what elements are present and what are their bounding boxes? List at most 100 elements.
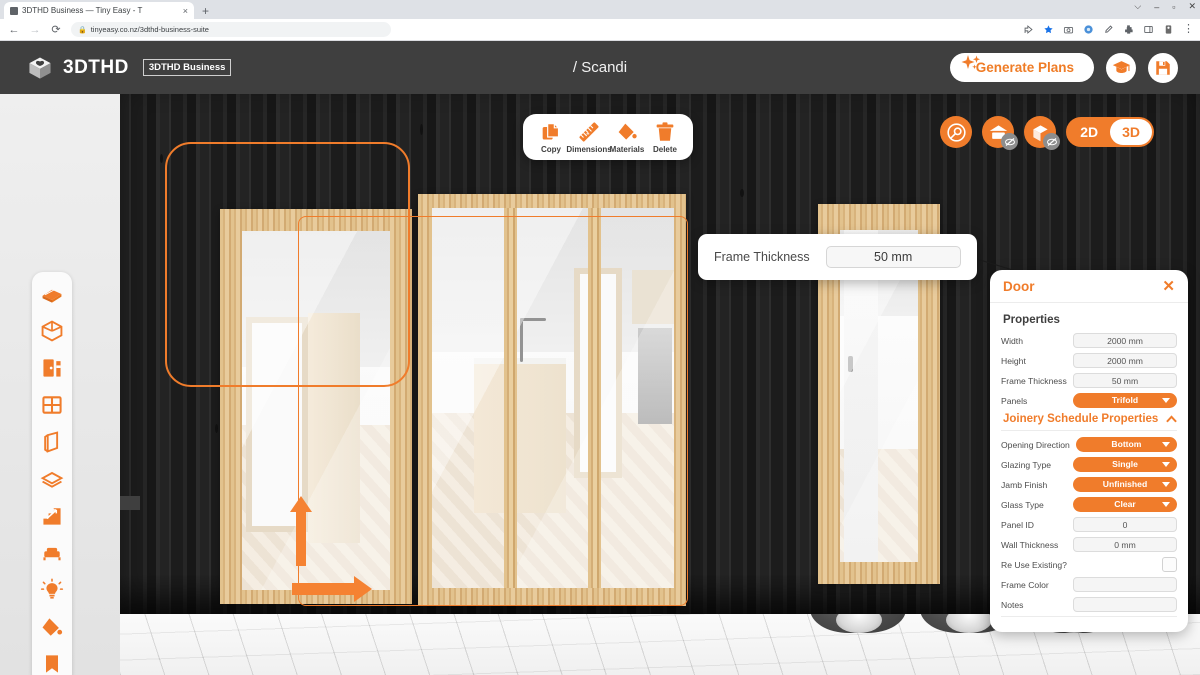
input-frame-color[interactable] — [1073, 577, 1177, 592]
address-bar[interactable]: 🔒 tinyeasy.co.nz/3dthd-business-suite — [71, 22, 391, 37]
select-jamb-finish-value: Unfinished — [1102, 479, 1148, 489]
frame-thickness-input[interactable]: 50 mm — [825, 246, 961, 268]
main-area: Copy Dimensions Materials Delete 2D 3D F… — [0, 94, 1200, 675]
select-opening-direction[interactable]: Bottom — [1075, 437, 1177, 452]
gizmo-arrow-up[interactable] — [288, 496, 314, 566]
door-handle — [848, 356, 853, 372]
select-glass-type-value: Clear — [1114, 499, 1136, 509]
gizmo-arrow-right[interactable] — [292, 576, 372, 602]
select-opening-direction-value: Bottom — [1111, 439, 1142, 449]
sidebar-item-room[interactable] — [32, 312, 72, 349]
forward-icon[interactable]: → — [29, 24, 41, 36]
context-dimensions-button[interactable]: Dimensions — [566, 122, 612, 154]
select-glass-type[interactable]: Clear — [1073, 497, 1177, 512]
select-glazing-type[interactable]: Single — [1073, 457, 1177, 472]
walls-visibility-button[interactable] — [1024, 116, 1061, 150]
property-row-panels: Panels Trifold — [1001, 393, 1177, 408]
reload-icon[interactable]: ⟳ — [50, 23, 62, 36]
view-controls: 2D 3D — [940, 116, 1154, 150]
back-icon[interactable]: ← — [8, 24, 20, 36]
sidebar-item-floor[interactable] — [32, 275, 72, 312]
context-materials-button[interactable]: Materials — [609, 122, 645, 154]
input-panel-id[interactable]: 0 — [1073, 517, 1177, 532]
close-window-icon[interactable]: ✕ — [1188, 1, 1196, 12]
profile-avatar-icon[interactable] — [1163, 24, 1174, 35]
label-wall-thickness: Wall Thickness — [1001, 539, 1059, 550]
generate-plans-label: Generate Plans — [975, 60, 1074, 75]
sidebar-item-bookmark[interactable] — [32, 645, 72, 675]
visibility-off-badge — [1001, 133, 1019, 150]
select-panels[interactable]: Trifold — [1073, 393, 1177, 408]
sidebar-item-window[interactable] — [32, 386, 72, 423]
property-row-opening-direction: Opening Direction Bottom — [1001, 437, 1177, 452]
sparkles-icon — [961, 55, 980, 70]
extension-circle-icon[interactable] — [1083, 24, 1094, 35]
toggle-3d[interactable]: 3D — [1110, 119, 1152, 145]
eyedropper-icon[interactable] — [1103, 24, 1114, 35]
sidebar-item-roof[interactable] — [32, 460, 72, 497]
label-opening-direction: Opening Direction — [1001, 439, 1070, 450]
measure-button[interactable] — [940, 116, 973, 148]
select-jamb-finish[interactable]: Unfinished — [1073, 477, 1177, 492]
maximize-icon[interactable]: ▫ — [1172, 2, 1175, 12]
properties-panel: Door ✕ Properties Width 2000 mm Height 2… — [990, 270, 1188, 632]
window-icon — [42, 395, 62, 414]
paint-bucket-icon — [618, 123, 637, 140]
label-jamb-finish: Jamb Finish — [1001, 479, 1048, 490]
sidebar-item-lighting[interactable] — [32, 571, 72, 608]
chevron-down-icon — [1162, 502, 1170, 507]
puzzle-extension-icon[interactable] — [1123, 24, 1134, 35]
context-toolbar: Copy Dimensions Materials Delete — [523, 114, 693, 160]
bookmark-star-icon[interactable] — [1043, 24, 1054, 35]
share-icon[interactable] — [1023, 24, 1034, 35]
section-title-joinery[interactable]: Joinery Schedule Properties — [1003, 413, 1177, 425]
sidebar-item-materials[interactable] — [32, 608, 72, 645]
divider — [1001, 430, 1177, 431]
furniture-sofa-icon — [43, 547, 61, 560]
property-row-glazing-type: Glazing Type Single — [1001, 457, 1177, 472]
toggle-2d[interactable]: 2D — [1068, 119, 1110, 145]
roof-visibility-button[interactable] — [982, 116, 1019, 150]
context-delete-label: Delete — [652, 145, 677, 154]
sidebar-item-furniture[interactable] — [32, 534, 72, 571]
properties-panel-header: Door ✕ — [990, 270, 1188, 303]
sidebar-item-stairs[interactable] — [32, 497, 72, 534]
browser-menu-icon[interactable]: ⋮ — [1183, 24, 1194, 35]
browser-tab[interactable]: 3DTHD Business — Tiny Easy - T × — [4, 2, 194, 19]
tutorials-button[interactable] — [1106, 52, 1136, 83]
chevron-down-icon — [1162, 462, 1170, 467]
label-re-use-existing: Re Use Existing? — [1001, 559, 1067, 570]
label-frame-thickness: Frame Thickness — [1001, 375, 1067, 386]
new-tab-icon[interactable]: + — [202, 4, 209, 19]
context-copy-button[interactable]: Copy — [533, 122, 569, 154]
close-icon[interactable]: ✕ — [1162, 279, 1175, 294]
property-row-panel-id: Panel ID 0 — [1001, 517, 1177, 532]
left-toolbar — [32, 272, 72, 675]
header-actions: Generate Plans — [949, 52, 1178, 83]
sidebar-icon[interactable] — [1143, 24, 1154, 35]
minimize-icon[interactable]: – — [1154, 2, 1159, 12]
sidebar-item-door[interactable] — [32, 349, 72, 386]
favicon — [10, 6, 18, 15]
context-materials-label: Materials — [609, 145, 645, 154]
context-delete-button[interactable]: Delete — [647, 122, 683, 154]
input-frame-thickness[interactable]: 50 mm — [1073, 373, 1177, 388]
property-row-re-use-existing: Re Use Existing? — [1001, 557, 1177, 572]
checkbox-re-use-existing[interactable] — [1162, 557, 1177, 572]
save-button[interactable] — [1148, 52, 1178, 83]
input-notes[interactable] — [1073, 597, 1177, 612]
chevron-down-icon — [1162, 398, 1170, 403]
input-width[interactable]: 2000 mm — [1073, 333, 1177, 348]
sidebar-item-wall[interactable] — [32, 423, 72, 460]
save-floppy-icon — [1156, 60, 1170, 75]
copy-icon — [542, 123, 560, 140]
chevron-down-icon[interactable]: ⌵ — [1134, 1, 1141, 12]
input-height[interactable]: 2000 mm — [1073, 353, 1177, 368]
generate-plans-button[interactable]: Generate Plans — [949, 53, 1094, 82]
tab-close-icon[interactable]: × — [183, 6, 188, 16]
chevron-down-icon — [1162, 442, 1170, 447]
toolbar-icons: ⋮ — [1023, 24, 1194, 35]
label-panels: Panels — [1001, 395, 1028, 406]
camera-icon[interactable] — [1063, 24, 1074, 35]
input-wall-thickness[interactable]: 0 mm — [1073, 537, 1177, 552]
